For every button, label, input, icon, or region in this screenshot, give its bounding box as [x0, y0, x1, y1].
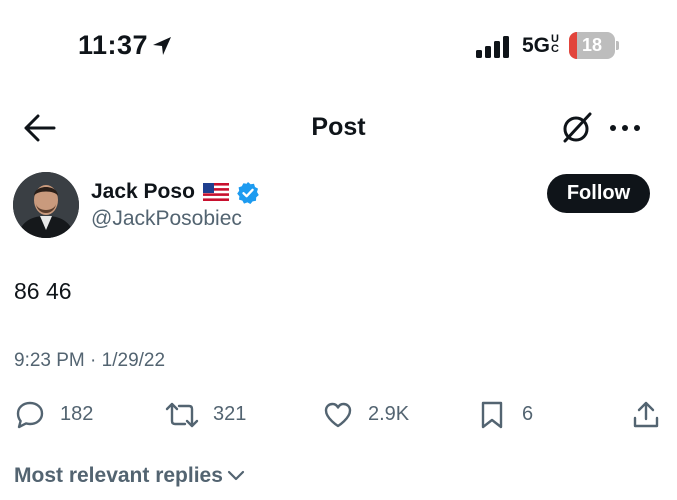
repost-icon: [165, 402, 199, 428]
verified-badge-icon: [237, 182, 259, 204]
like-button[interactable]: 2.9K: [322, 395, 422, 435]
network-type: 5GUC: [522, 34, 560, 58]
avatar[interactable]: [13, 172, 79, 238]
status-bar: 11:37 5GUC 18: [0, 0, 677, 90]
avatar-image: [13, 172, 79, 238]
follow-button[interactable]: Follow: [547, 174, 650, 213]
chevron-down-icon: [227, 471, 245, 481]
location-arrow-icon: [153, 37, 171, 55]
author-display-name[interactable]: Jack Poso: [91, 180, 195, 204]
bookmark-button[interactable]: 6: [478, 395, 548, 435]
replies-sort-dropdown[interactable]: Most relevant replies: [14, 464, 245, 488]
status-time: 11:37: [78, 30, 149, 60]
post-time[interactable]: 9:23 PM: [14, 350, 85, 371]
replies-sort-label: Most relevant replies: [14, 464, 223, 487]
more-icon[interactable]: [608, 114, 642, 142]
post-header: Post: [0, 100, 677, 156]
post-actions: 182 321 2.9K 6: [0, 395, 677, 435]
repost-count: 321: [213, 403, 247, 425]
bookmark-count: 6: [522, 403, 534, 425]
reply-count: 182: [60, 403, 94, 425]
battery-cap: [616, 41, 619, 50]
battery-body: 18: [569, 32, 615, 59]
battery-level: 18: [581, 35, 603, 55]
reply-icon: [16, 401, 44, 429]
us-flag-icon: [203, 183, 229, 201]
bookmark-icon: [481, 401, 503, 429]
meta-separator: ·: [90, 350, 97, 371]
share-icon: [633, 401, 659, 428]
post-date[interactable]: 1/29/22: [102, 350, 165, 371]
repost-button[interactable]: 321: [164, 395, 254, 435]
battery-indicator: 18: [569, 32, 619, 59]
author-handle[interactable]: @JackPosobiec: [91, 207, 242, 231]
post-timestamp: 9:23 PM · 1/29/22: [14, 350, 165, 372]
like-count: 2.9K: [368, 403, 410, 425]
network-suffix: UC: [551, 33, 559, 55]
post-text: 86 46: [14, 278, 72, 304]
reply-button[interactable]: 182: [14, 395, 104, 435]
share-button[interactable]: [630, 395, 662, 435]
network-label: 5G: [522, 34, 551, 57]
cellular-signal-icon: [476, 36, 509, 58]
grok-icon[interactable]: [559, 110, 595, 146]
heart-icon: [324, 402, 352, 428]
